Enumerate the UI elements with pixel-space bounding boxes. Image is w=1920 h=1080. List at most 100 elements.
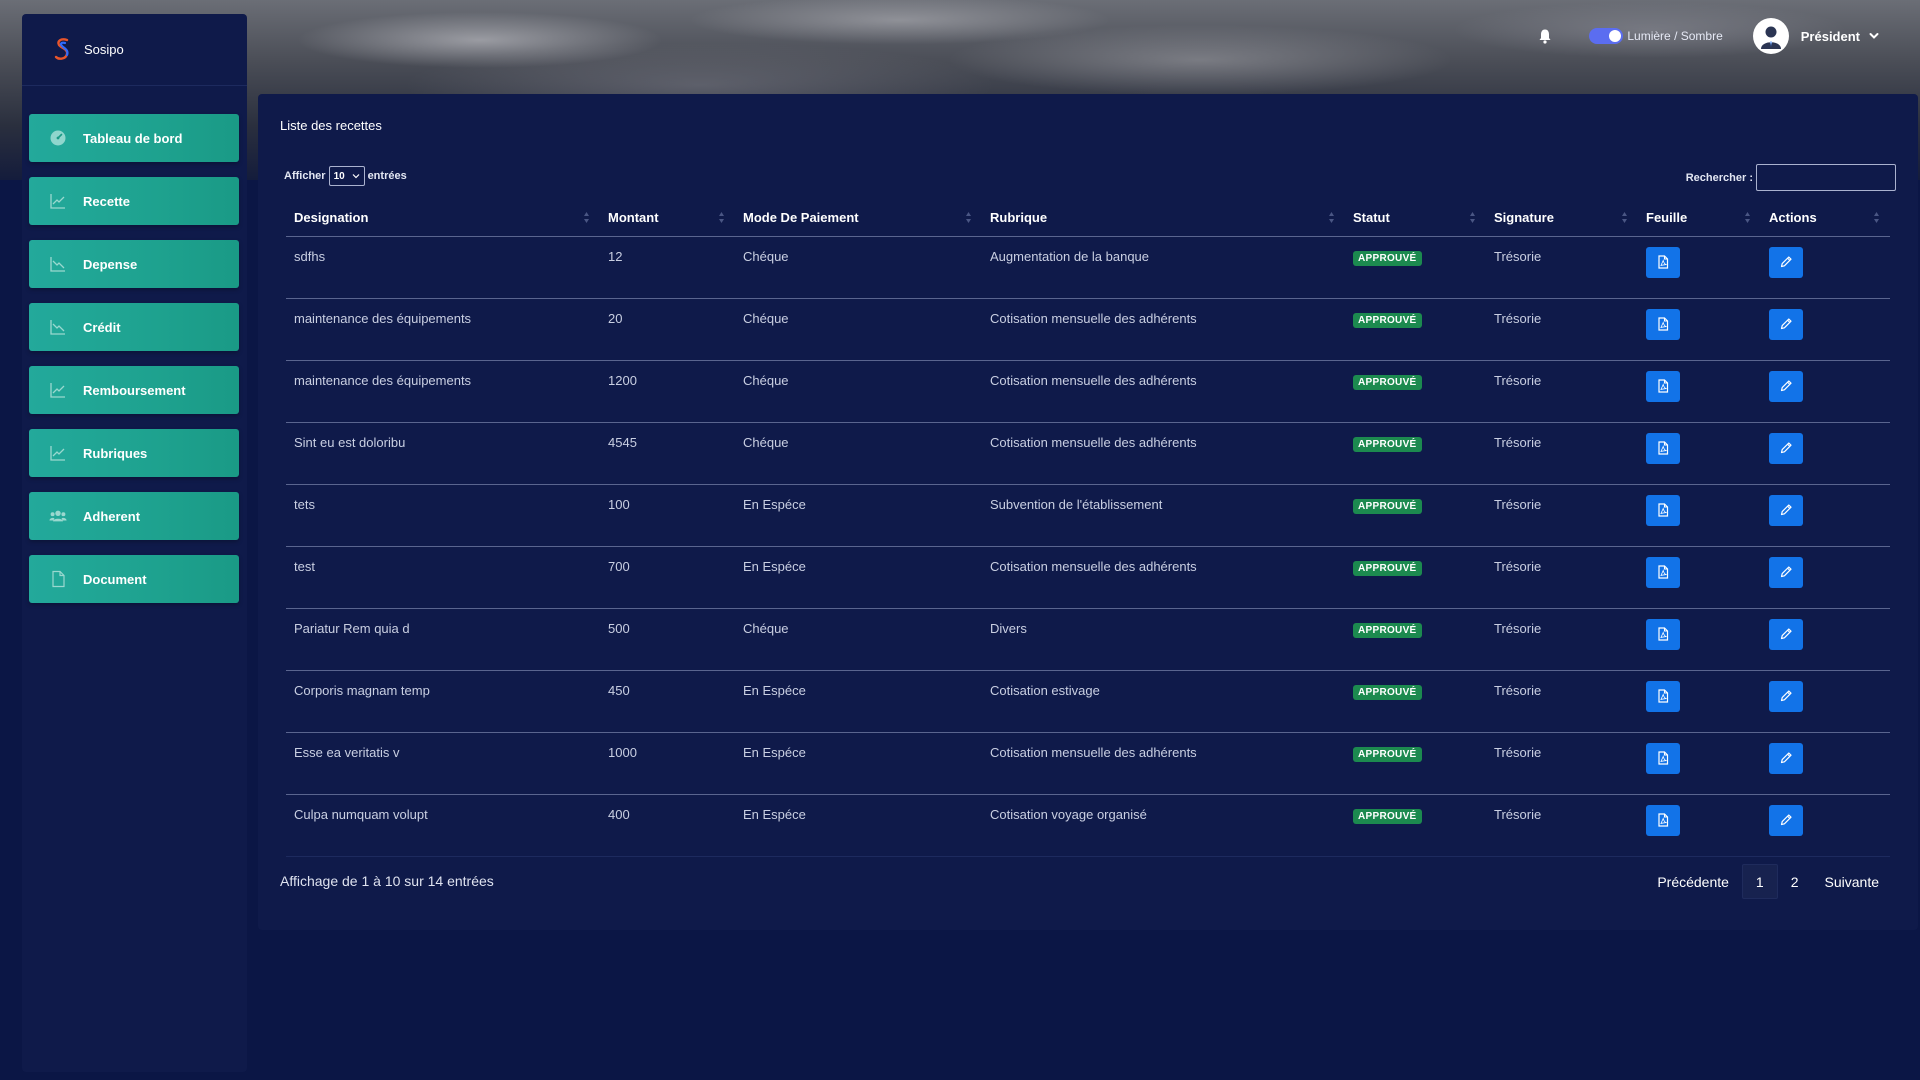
edit-button[interactable] bbox=[1769, 556, 1803, 588]
cell-mode-de-paiement: Chéque bbox=[735, 298, 982, 361]
chevron-down-icon bbox=[352, 174, 359, 179]
pagination-page-2[interactable]: 2 bbox=[1778, 864, 1812, 899]
topbar-actions: Lumière / Sombre Président bbox=[1537, 18, 1880, 54]
cell-actions bbox=[1761, 236, 1890, 299]
table-info: Affichage de 1 à 10 sur 14 entrées bbox=[280, 873, 494, 889]
cell-montant: 100 bbox=[600, 484, 735, 547]
pagination-previous[interactable]: Précédente bbox=[1644, 864, 1742, 899]
column-header-designation[interactable]: Designation bbox=[286, 199, 600, 237]
view-feuille-button[interactable] bbox=[1646, 804, 1680, 836]
search-label: Rechercher : bbox=[1685, 171, 1753, 184]
view-feuille-button[interactable] bbox=[1646, 432, 1680, 464]
sidebar: Sosipo Tableau de bord Recette Depense C… bbox=[22, 14, 247, 1072]
column-header-actions[interactable]: Actions bbox=[1761, 199, 1890, 237]
bell-icon[interactable] bbox=[1537, 28, 1553, 44]
column-header-label: Signature bbox=[1494, 209, 1554, 225]
sidebar-item-label: Document bbox=[83, 571, 147, 587]
avatar[interactable] bbox=[1752, 18, 1789, 54]
edit-button[interactable] bbox=[1769, 742, 1803, 774]
view-feuille-button[interactable] bbox=[1646, 246, 1680, 278]
pencil-edit-icon bbox=[1780, 504, 1792, 516]
theme-toggle[interactable] bbox=[1589, 28, 1624, 44]
edit-button[interactable] bbox=[1769, 494, 1803, 526]
edit-button[interactable] bbox=[1769, 680, 1803, 712]
sidebar-item-label: Adherent bbox=[83, 508, 141, 524]
status-badge: APPROUVÉ bbox=[1353, 808, 1422, 824]
cell-mode-de-paiement: En Espéce bbox=[735, 794, 982, 857]
table-row: Sint eu est doloribu 4545 Chéque Cotisation… bbox=[286, 422, 1890, 485]
users-icon bbox=[49, 510, 67, 522]
table-row: Culpa numquam volupt 400 En Espéce Cotisati… bbox=[286, 794, 1890, 857]
pagination-page-1[interactable]: 1 bbox=[1741, 864, 1778, 899]
sidebar-item-rubriques[interactable]: Rubriques bbox=[29, 429, 239, 477]
edit-button[interactable] bbox=[1769, 432, 1803, 464]
column-header-label: Statut bbox=[1353, 209, 1390, 225]
file-icon bbox=[52, 570, 65, 588]
sidebar-item-adherent[interactable]: Adherent bbox=[29, 492, 239, 540]
view-feuille-button[interactable] bbox=[1646, 370, 1680, 402]
page-length-select[interactable]: 10 bbox=[328, 166, 365, 186]
view-feuille-button[interactable] bbox=[1646, 742, 1680, 774]
cell-designation: test bbox=[286, 546, 600, 609]
column-header-montant[interactable]: Montant bbox=[600, 199, 735, 237]
sidebar-item-label: Rubriques bbox=[83, 445, 148, 461]
status-badge: APPROUVÉ bbox=[1353, 684, 1422, 700]
edit-button[interactable] bbox=[1769, 308, 1803, 340]
brand[interactable]: Sosipo bbox=[22, 14, 247, 86]
chevron-down-icon[interactable] bbox=[1868, 30, 1880, 42]
edit-button[interactable] bbox=[1769, 618, 1803, 650]
cell-mode-de-paiement: En Espéce bbox=[735, 546, 982, 609]
cell-montant: 500 bbox=[600, 608, 735, 671]
cell-mode-de-paiement: Chéque bbox=[735, 608, 982, 671]
view-feuille-button[interactable] bbox=[1646, 556, 1680, 588]
file-pdf-icon bbox=[1658, 317, 1669, 331]
column-header-feuille[interactable]: Feuille bbox=[1638, 199, 1761, 237]
view-feuille-button[interactable] bbox=[1646, 494, 1680, 526]
column-header-statut[interactable]: Statut bbox=[1345, 199, 1486, 237]
cell-actions bbox=[1761, 422, 1890, 485]
cell-rubrique: Divers bbox=[982, 608, 1345, 671]
edit-button[interactable] bbox=[1769, 804, 1803, 836]
cell-signature: Trésorie bbox=[1486, 360, 1638, 423]
edit-button[interactable] bbox=[1769, 370, 1803, 402]
chart-line-up-icon bbox=[50, 194, 65, 209]
cell-statut: APPROUVÉ bbox=[1345, 484, 1486, 547]
cell-designation: Corporis magnam temp bbox=[286, 670, 600, 733]
table-row: Corporis magnam temp 450 En Espéce Cotisati… bbox=[286, 670, 1890, 733]
sidebar-item-recette[interactable]: Recette bbox=[29, 177, 239, 225]
file-pdf-icon bbox=[1658, 689, 1669, 703]
sidebar-item-tableau-de-bord[interactable]: Tableau de bord bbox=[29, 114, 239, 162]
cell-statut: APPROUVÉ bbox=[1345, 608, 1486, 671]
cell-feuille bbox=[1638, 732, 1761, 795]
view-feuille-button[interactable] bbox=[1646, 680, 1680, 712]
search-input[interactable] bbox=[1756, 164, 1896, 191]
cell-rubrique: Subvention de l'établissement bbox=[982, 484, 1345, 547]
sidebar-item-document[interactable]: Document bbox=[29, 555, 239, 603]
chart-line-down-icon bbox=[50, 320, 65, 335]
cell-rubrique: Cotisation mensuelle des adhérents bbox=[982, 360, 1345, 423]
sort-icon bbox=[1745, 212, 1750, 223]
view-feuille-button[interactable] bbox=[1646, 618, 1680, 650]
status-badge: APPROUVÉ bbox=[1353, 374, 1422, 390]
view-feuille-button[interactable] bbox=[1646, 308, 1680, 340]
cell-signature: Trésorie bbox=[1486, 732, 1638, 795]
cell-actions bbox=[1761, 794, 1890, 857]
page-length-prefix: Afficher bbox=[284, 170, 326, 182]
sidebar-item-credit[interactable]: Crédit bbox=[29, 303, 239, 351]
cell-actions bbox=[1761, 670, 1890, 733]
file-pdf-icon bbox=[1658, 813, 1669, 827]
column-header-mode-de-paiement[interactable]: Mode De Paiement bbox=[735, 199, 982, 237]
column-header-rubrique[interactable]: Rubrique bbox=[982, 199, 1345, 237]
cell-designation: Sint eu est doloribu bbox=[286, 422, 600, 485]
edit-button[interactable] bbox=[1769, 246, 1803, 278]
recettes-table: Designation Montant Mode De Paiement Rub… bbox=[286, 199, 1890, 857]
cell-actions bbox=[1761, 298, 1890, 361]
cell-montant: 12 bbox=[600, 236, 735, 299]
user-name[interactable]: Président bbox=[1801, 29, 1860, 44]
sidebar-item-depense[interactable]: Depense bbox=[29, 240, 239, 288]
pagination-next[interactable]: Suivante bbox=[1812, 864, 1892, 899]
cell-signature: Trésorie bbox=[1486, 236, 1638, 299]
sidebar-item-remboursement[interactable]: Remboursement bbox=[29, 366, 239, 414]
cell-statut: APPROUVÉ bbox=[1345, 360, 1486, 423]
column-header-signature[interactable]: Signature bbox=[1486, 199, 1638, 237]
